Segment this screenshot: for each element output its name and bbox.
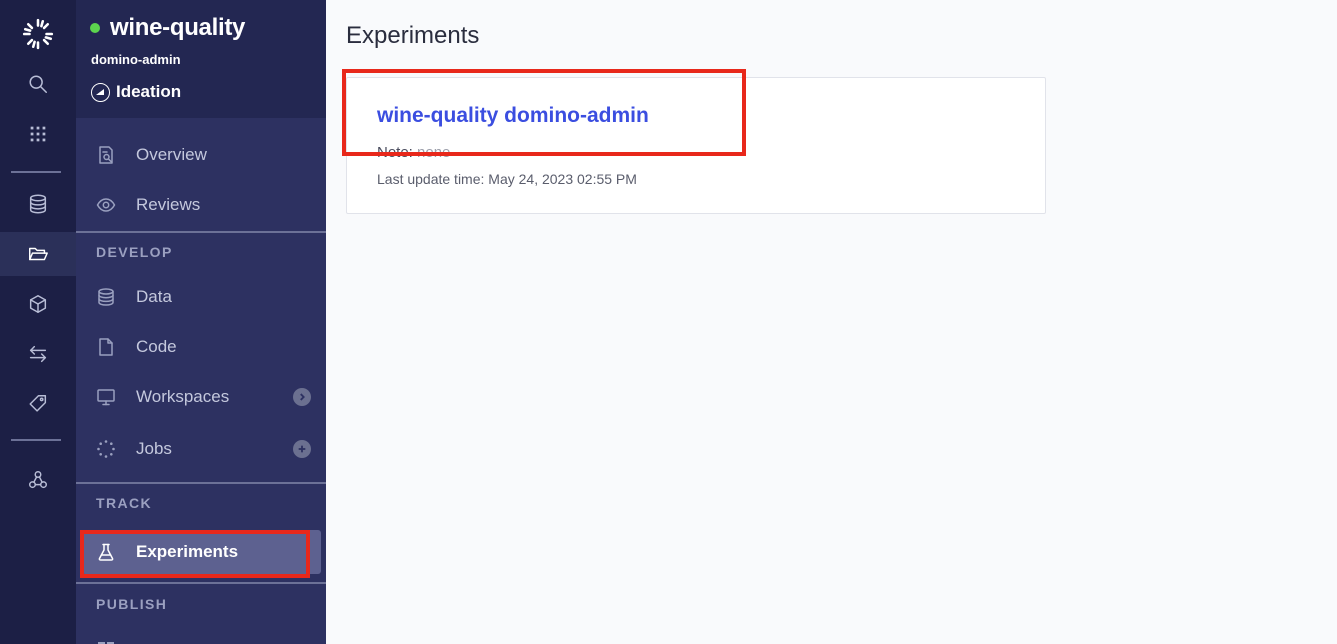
main-content: Experiments wine-quality domino-admin No… bbox=[326, 0, 1337, 644]
section-divider bbox=[76, 582, 326, 584]
icon-rail bbox=[0, 0, 76, 644]
project-title: wine-quality bbox=[90, 14, 245, 42]
sidebar-item-label: Workspaces bbox=[136, 387, 230, 406]
overview-icon bbox=[96, 145, 116, 165]
status-dot-icon bbox=[90, 23, 100, 33]
sidebar-item-code[interactable]: Code bbox=[76, 325, 326, 369]
sidebar-item-label: Code bbox=[136, 337, 177, 356]
experiment-card[interactable]: wine-quality domino-admin Note: none Las… bbox=[346, 77, 1046, 214]
database-icon bbox=[96, 287, 116, 307]
eye-icon bbox=[96, 195, 116, 215]
sidebar-item-label: Overview bbox=[136, 145, 207, 164]
grid-icon bbox=[96, 640, 116, 644]
sidebar-item-jobs[interactable]: Jobs bbox=[76, 427, 326, 471]
search-icon[interactable] bbox=[0, 62, 76, 106]
project-stage-label: Ideation bbox=[116, 82, 182, 101]
project-name: wine-quality bbox=[110, 14, 246, 41]
app-root: wine-quality domino-admin Ideation Overv… bbox=[0, 0, 1337, 644]
chevron-right-icon[interactable] bbox=[293, 388, 311, 406]
exchange-icon[interactable] bbox=[0, 332, 76, 376]
sidebar-item-label: Data bbox=[136, 287, 172, 306]
page-title: Experiments bbox=[346, 22, 480, 49]
sidebar-item-partial[interactable] bbox=[76, 628, 326, 644]
rail-divider bbox=[11, 439, 61, 441]
project-stage[interactable]: Ideation bbox=[91, 82, 181, 102]
section-label-publish: PUBLISH bbox=[96, 596, 168, 612]
jobs-spinner-icon bbox=[96, 439, 116, 459]
monitor-icon bbox=[96, 387, 116, 407]
sidebar-item-label: Reviews bbox=[136, 195, 201, 214]
section-divider bbox=[76, 482, 326, 484]
cube-icon[interactable] bbox=[0, 282, 76, 326]
section-label-track: TRACK bbox=[96, 495, 152, 511]
experiment-note: Note: none bbox=[377, 144, 450, 161]
plus-icon[interactable] bbox=[293, 440, 311, 458]
nodes-icon[interactable] bbox=[0, 458, 76, 502]
sidebar-item-label: Jobs bbox=[136, 439, 172, 458]
note-value: none bbox=[417, 144, 451, 161]
sidebar-item-label: Experiments bbox=[136, 542, 239, 561]
tag-icon[interactable] bbox=[0, 382, 76, 426]
project-owner[interactable]: domino-admin bbox=[91, 52, 181, 67]
project-header: wine-quality domino-admin Ideation bbox=[76, 0, 326, 118]
section-divider bbox=[76, 231, 326, 233]
database-icon[interactable] bbox=[0, 182, 76, 226]
flask-icon bbox=[96, 542, 116, 562]
project-sidebar: wine-quality domino-admin Ideation Overv… bbox=[76, 0, 326, 644]
experiment-title-link[interactable]: wine-quality domino-admin bbox=[377, 104, 649, 128]
note-label: Note: bbox=[377, 144, 413, 161]
folder-icon[interactable] bbox=[0, 232, 76, 276]
rail-divider bbox=[11, 171, 61, 173]
section-label-develop: DEVELOP bbox=[96, 244, 173, 260]
experiment-updated-time: Last update time: May 24, 2023 02:55 PM bbox=[377, 171, 637, 187]
sidebar-item-experiments[interactable]: Experiments bbox=[82, 530, 321, 574]
stage-icon bbox=[91, 82, 110, 102]
sidebar-item-workspaces[interactable]: Workspaces bbox=[76, 375, 326, 419]
sidebar-item-data[interactable]: Data bbox=[76, 275, 326, 319]
sidebar-item-reviews[interactable]: Reviews bbox=[76, 183, 326, 227]
file-icon bbox=[96, 337, 116, 357]
apps-grid-icon[interactable] bbox=[0, 112, 76, 156]
logo-icon[interactable] bbox=[0, 12, 76, 56]
sidebar-item-overview[interactable]: Overview bbox=[76, 133, 326, 177]
